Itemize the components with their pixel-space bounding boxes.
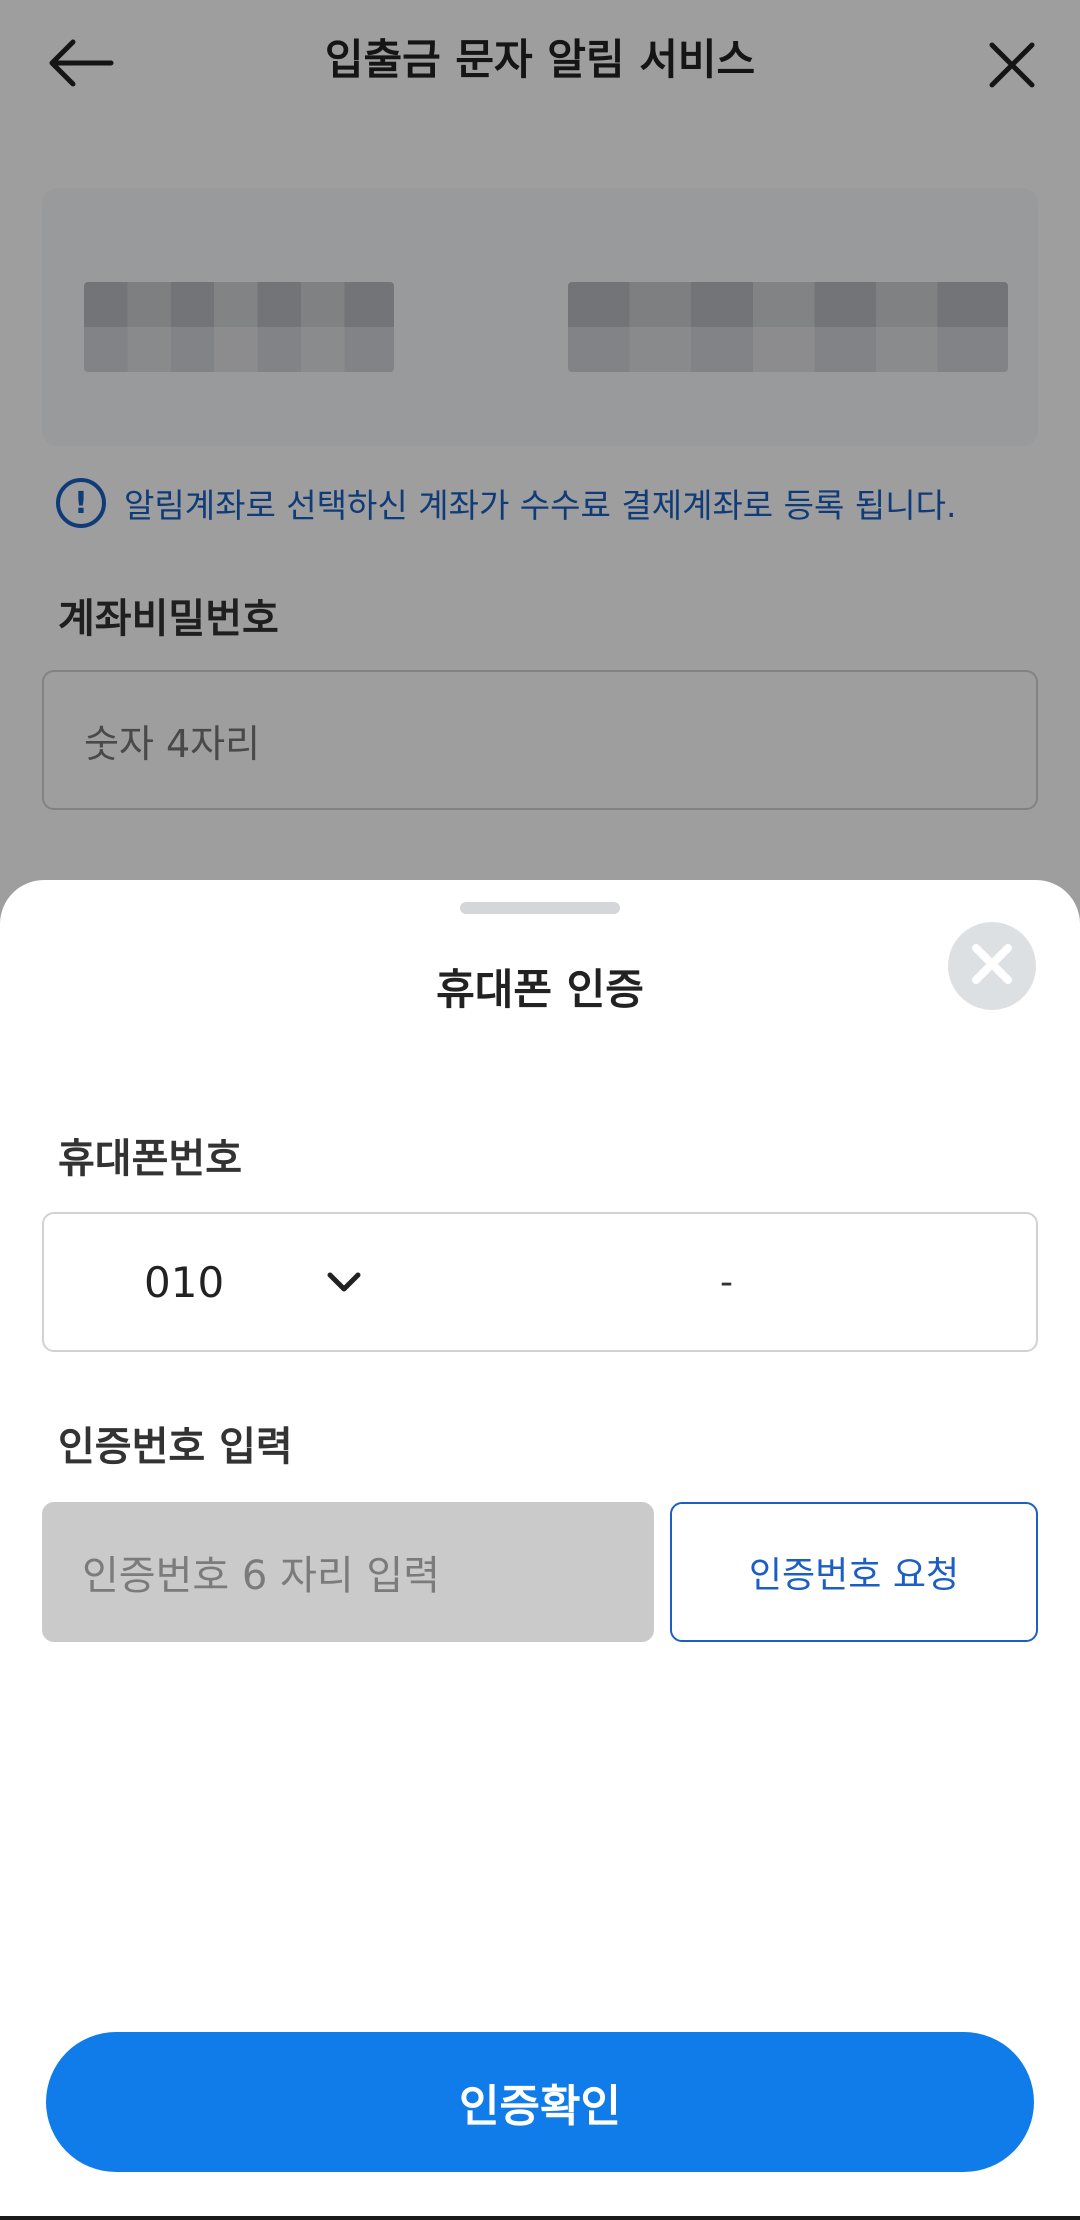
sheet-drag-handle[interactable]: [460, 902, 620, 914]
close-circle-icon: [970, 942, 1014, 990]
phone-prefix-select[interactable]: 010: [144, 1214, 444, 1350]
chevron-down-icon: [326, 1270, 362, 1294]
sheet-close-button[interactable]: [948, 922, 1036, 1010]
request-code-button[interactable]: 인증번호 요청: [670, 1502, 1038, 1642]
auth-code-label: 인증번호 입력: [58, 1424, 293, 1470]
phone-number-field: 010 -: [42, 1212, 1038, 1352]
auth-code-input[interactable]: 인증번호 6 자리 입력: [42, 1502, 654, 1642]
bottom-edge: [0, 2216, 1080, 2220]
sheet-title: 휴대폰 인증: [436, 965, 644, 1014]
confirm-auth-button[interactable]: 인증확인: [46, 2032, 1034, 2172]
phone-number-input[interactable]: -: [720, 1214, 733, 1350]
phone-prefix-value: 010: [144, 1257, 225, 1307]
phone-number-label: 휴대폰번호: [58, 1136, 242, 1182]
phone-auth-sheet: 휴대폰 인증 휴대폰번호 010 - 인증번호 입력 인증번호 6 자리 입력 …: [0, 880, 1080, 2220]
phone-separator: -: [720, 1261, 733, 1303]
